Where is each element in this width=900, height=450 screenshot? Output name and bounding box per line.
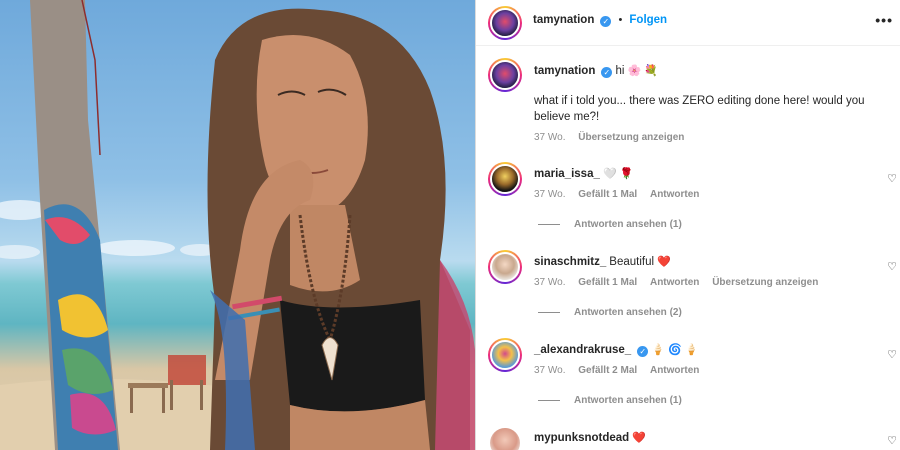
view-replies-button[interactable]: Antworten ansehen (1)	[538, 219, 682, 230]
caption-age[interactable]: 37 Wo.	[534, 132, 566, 143]
caption-emoji: 🌸 💐	[627, 65, 658, 77]
comment-likes[interactable]: Gefällt 2 Mal	[578, 365, 637, 376]
comment-reply-button[interactable]: Antworten	[650, 365, 699, 376]
caption-title: hi	[615, 65, 625, 77]
comment-username[interactable]: mypunksnotdead	[534, 432, 629, 444]
verified-badge-icon: ✓	[600, 16, 612, 27]
comment-emoji: 🤍 🌹	[602, 168, 634, 180]
comment-emoji: ❤️	[632, 432, 646, 444]
like-heart-icon[interactable]: ♡	[887, 434, 897, 447]
comment-username[interactable]: sinaschmitz_	[534, 256, 606, 268]
post-photo	[0, 0, 475, 450]
follow-button[interactable]: Folgen	[629, 14, 667, 26]
comment-age[interactable]: 37 Wo.	[534, 365, 566, 376]
commenter-avatar[interactable]	[488, 250, 522, 284]
comment-username[interactable]: maria_issa_	[534, 168, 600, 180]
verified-badge-icon: ✓	[637, 346, 649, 357]
comment-translate-link[interactable]: Übersetzung anzeigen	[712, 277, 818, 288]
comment-item: sinaschmitz_ Beautiful ❤️ 37 Wo. Gefällt…	[476, 250, 900, 332]
like-heart-icon[interactable]: ♡	[887, 260, 897, 273]
comment-item: maria_issa_ 🤍 🌹 37 Wo. Gefällt 1 Mal Ant…	[476, 162, 900, 244]
comment-emoji: 🍦 🌀 🍦	[651, 344, 699, 356]
comment-likes[interactable]: Gefällt 1 Mal	[578, 277, 637, 288]
comment-reply-button[interactable]: Antworten	[650, 189, 699, 200]
author-username[interactable]: tamynation	[533, 14, 594, 26]
verified-badge-icon: ✓	[601, 67, 613, 78]
post-caption: tamynation ✓ hi 🌸 💐 what if i told you..…	[476, 56, 900, 156]
more-options-icon[interactable]: •••	[875, 12, 893, 28]
comment-age[interactable]: 37 Wo.	[534, 277, 566, 288]
view-replies-button[interactable]: Antworten ansehen (1)	[538, 395, 682, 406]
separator-dot: •	[618, 14, 623, 26]
caption-translate-link[interactable]: Übersetzung anzeigen	[578, 132, 684, 143]
view-replies-button[interactable]: Antworten ansehen (2)	[538, 307, 682, 318]
commenter-avatar[interactable]	[490, 428, 520, 450]
post-dialog: tamynation ✓ • Folgen ••• tamynation ✓ h…	[0, 0, 900, 450]
author-avatar[interactable]	[488, 6, 522, 40]
like-heart-icon[interactable]: ♡	[887, 172, 897, 185]
caption-text: what if i told you... there was ZERO edi…	[534, 95, 865, 123]
comment-reply-button[interactable]: Antworten	[650, 277, 699, 288]
post-media[interactable]	[0, 0, 475, 450]
comment-emoji: ❤️	[657, 256, 671, 268]
comment-likes[interactable]: Gefällt 1 Mal	[578, 189, 637, 200]
comment-username[interactable]: _alexandrakruse_	[534, 344, 631, 356]
caption-avatar[interactable]	[488, 58, 522, 92]
comments-panel: tamynation ✓ • Folgen ••• tamynation ✓ h…	[475, 0, 900, 450]
comment-item: _alexandrakruse_ ✓ 🍦 🌀 🍦 37 Wo. Gefällt …	[476, 338, 900, 420]
commenter-avatar[interactable]	[488, 162, 522, 196]
like-heart-icon[interactable]: ♡	[887, 348, 897, 361]
comment-text: Beautiful	[609, 256, 655, 268]
comment-item: mypunksnotdead ❤️ ♡	[476, 426, 900, 450]
comment-age[interactable]: 37 Wo.	[534, 189, 566, 200]
post-header: tamynation ✓ • Folgen •••	[476, 0, 900, 46]
commenter-avatar[interactable]	[488, 338, 522, 372]
caption-username[interactable]: tamynation	[534, 65, 595, 77]
